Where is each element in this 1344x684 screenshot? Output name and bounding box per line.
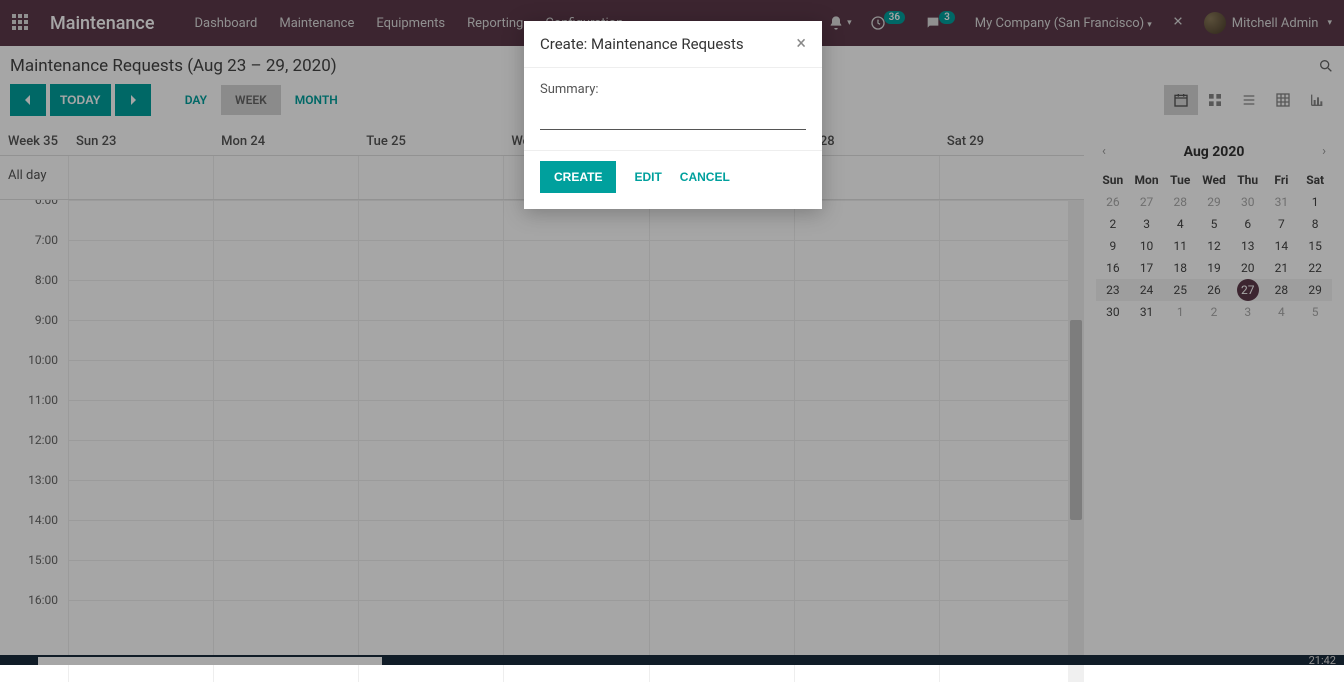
create-modal: Create: Maintenance Requests × Summary: … <box>524 21 822 209</box>
summary-label: Summary: <box>540 82 806 97</box>
modal-close[interactable]: × <box>796 35 806 53</box>
cancel-button[interactable]: CANCEL <box>680 170 730 184</box>
edit-button[interactable]: EDIT <box>634 170 661 184</box>
create-button[interactable]: CREATE <box>540 161 616 193</box>
summary-input[interactable] <box>540 107 806 130</box>
modal-title: Create: Maintenance Requests <box>540 35 744 53</box>
